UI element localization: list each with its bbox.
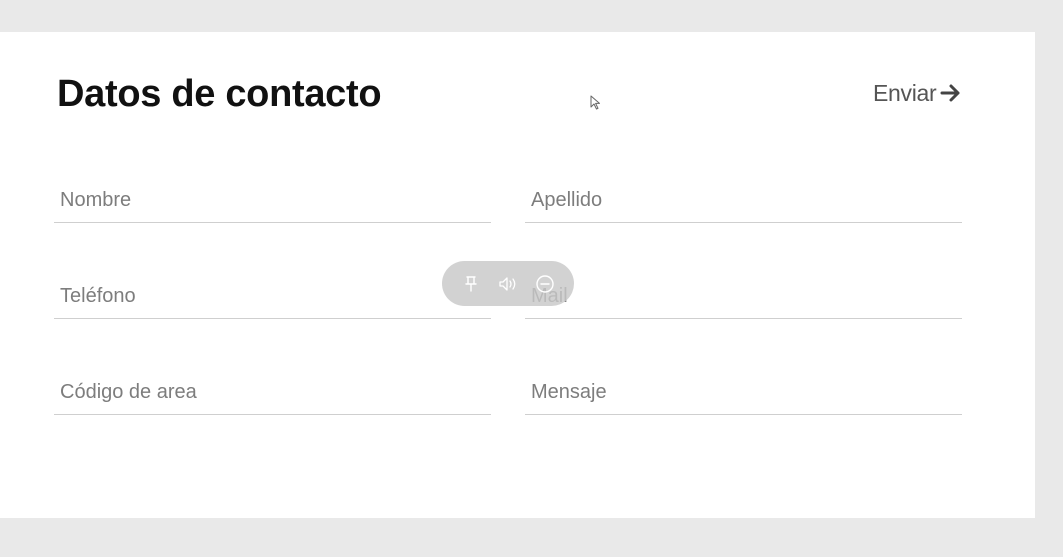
page-background: Datos de contacto Enviar xyxy=(0,0,1063,557)
first-name-input[interactable] xyxy=(54,180,491,220)
last-name-input[interactable] xyxy=(525,180,962,220)
pin-button[interactable] xyxy=(458,271,484,297)
send-label: Enviar xyxy=(873,80,937,106)
minus-circle-icon xyxy=(536,274,555,293)
area-code-field xyxy=(54,372,491,415)
area-code-input[interactable] xyxy=(54,372,491,412)
phone-field xyxy=(54,276,491,319)
message-input[interactable] xyxy=(525,372,962,412)
minimize-button[interactable] xyxy=(532,271,558,297)
mail-input[interactable] xyxy=(525,276,962,316)
speaker-icon xyxy=(499,276,516,291)
mouse-cursor-icon xyxy=(590,95,600,110)
form-title: Datos de contacto xyxy=(57,73,382,115)
phone-input[interactable] xyxy=(54,276,491,316)
pin-icon xyxy=(464,275,477,292)
message-field xyxy=(525,372,962,415)
floating-toolbar xyxy=(442,261,574,306)
mail-field xyxy=(525,276,962,319)
last-name-field xyxy=(525,180,962,223)
arrow-right-icon xyxy=(940,84,960,102)
first-name-field xyxy=(54,180,491,223)
speaker-button[interactable] xyxy=(495,271,521,297)
send-button[interactable]: Enviar xyxy=(873,80,962,106)
